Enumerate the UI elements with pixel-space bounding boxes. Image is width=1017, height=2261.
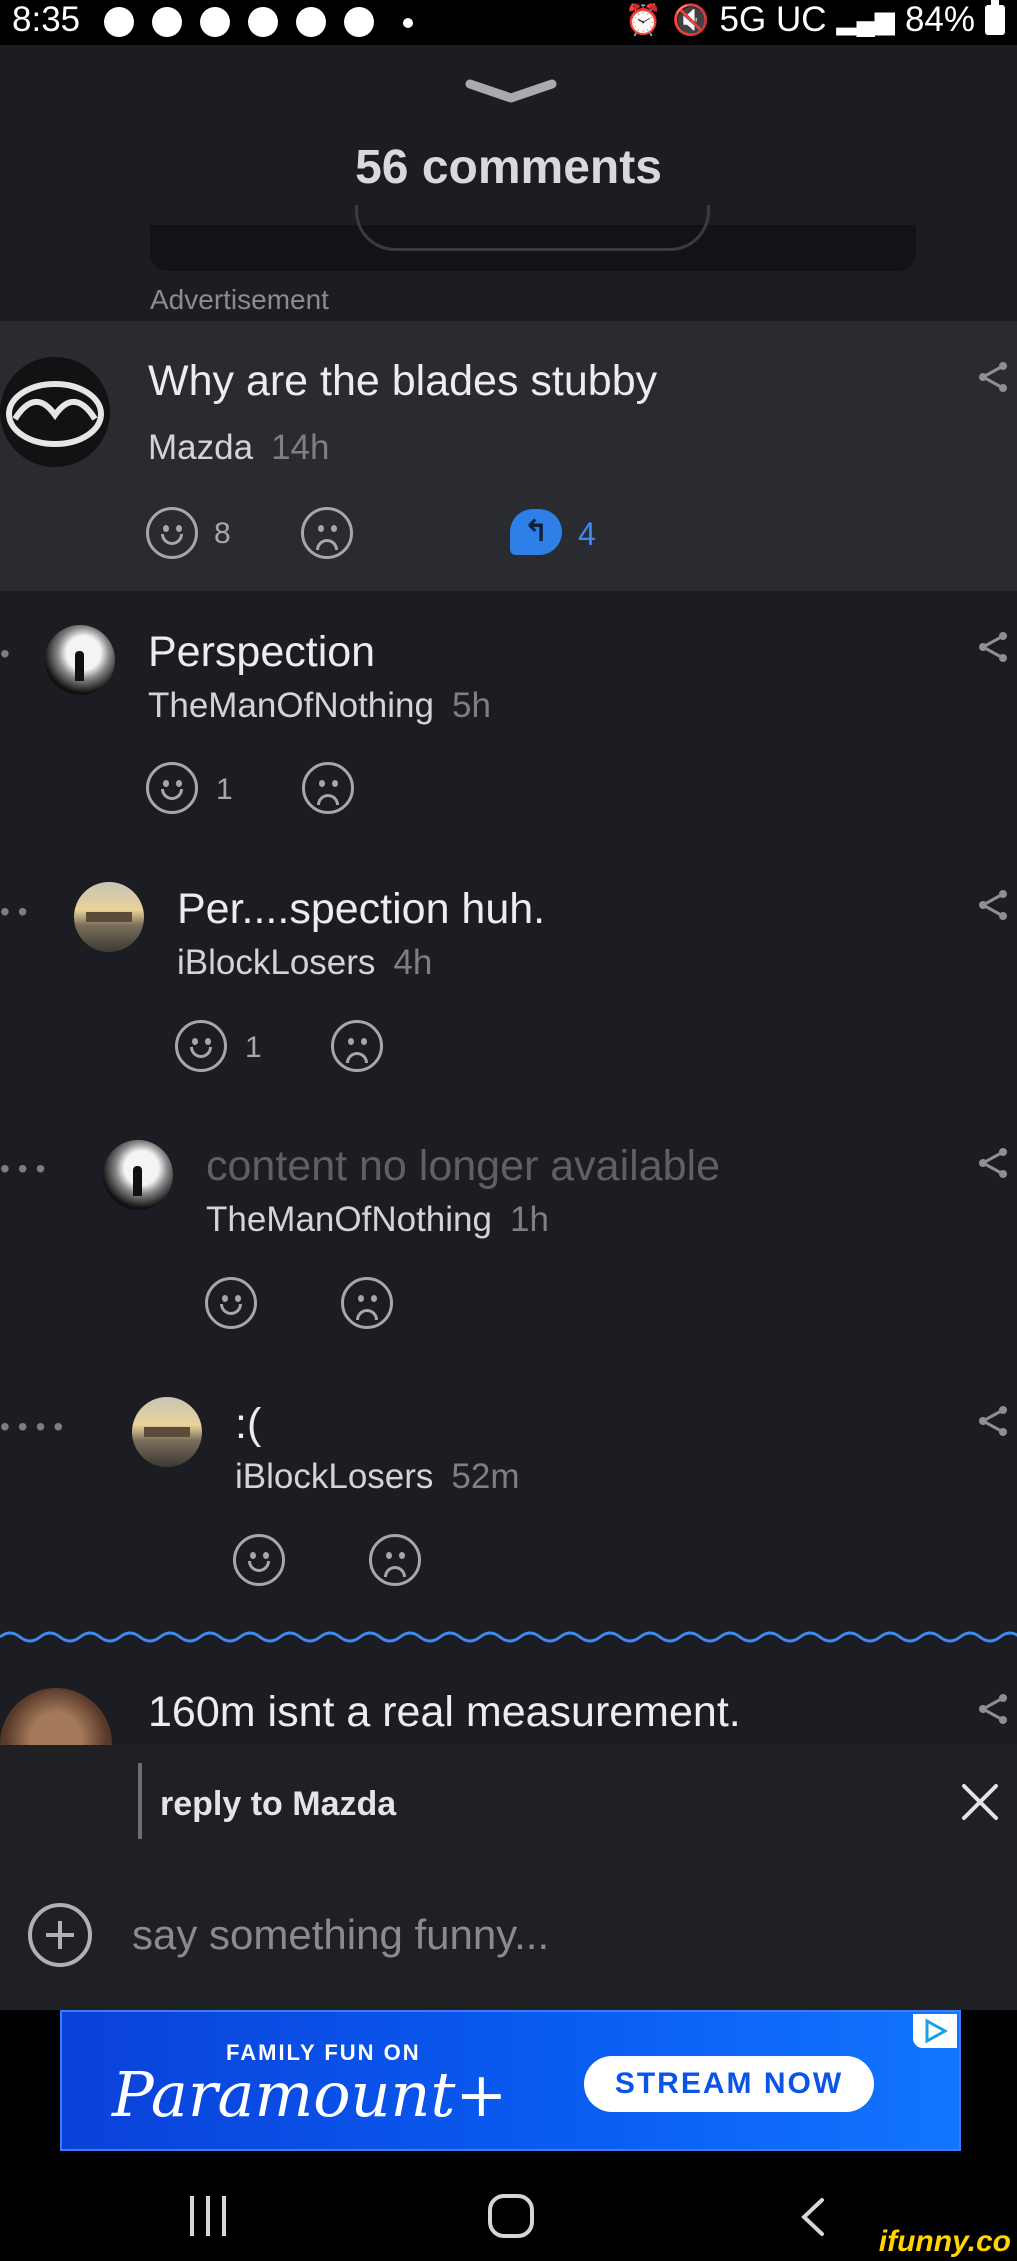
comment-text: Why are the blades stubby bbox=[148, 357, 658, 405]
comment-text: 160m isnt a real measurement. bbox=[148, 1688, 741, 1736]
battery-icon bbox=[985, 0, 1005, 35]
thread-divider bbox=[0, 1631, 1017, 1643]
comment-meta: TheManOfNothing 5h bbox=[148, 686, 491, 726]
comment-text: Per....spection huh. bbox=[177, 885, 546, 933]
status-time: 8:35 bbox=[12, 0, 81, 39]
comment-author[interactable]: TheManOfNothing bbox=[148, 686, 434, 725]
network-label: 5G UC bbox=[719, 0, 827, 39]
reply-count[interactable]: 4 bbox=[578, 516, 596, 553]
thread-depth-dots: •••• bbox=[0, 1411, 72, 1442]
tinder-icon bbox=[296, 7, 326, 37]
avatar[interactable] bbox=[74, 882, 144, 952]
comment-text: Perspection bbox=[148, 628, 376, 676]
smile-count: 8 bbox=[214, 517, 231, 550]
comment-author[interactable]: iBlockLosers bbox=[235, 1457, 433, 1496]
comment-author[interactable]: TheManOfNothing bbox=[206, 1200, 492, 1239]
comment-author[interactable]: iBlockLosers bbox=[177, 943, 375, 982]
ad-pill bbox=[355, 205, 710, 251]
signal-icon: ▂▄▆ bbox=[836, 4, 895, 35]
ad-brand: Paramount+ bbox=[112, 2058, 508, 2131]
comment-author[interactable]: Mazda bbox=[148, 428, 253, 467]
frown-icon[interactable] bbox=[369, 1534, 421, 1586]
status-right: ⏰ 🔇 5G UC ▂▄▆ 84% bbox=[625, 0, 1005, 40]
smile-icon[interactable] bbox=[205, 1277, 257, 1329]
status-bar: 8:35 ⏰ 🔇 5G UC ▂▄▆ 84% bbox=[0, 0, 1017, 45]
share-icon[interactable] bbox=[976, 1404, 1010, 1438]
avatar[interactable] bbox=[103, 1140, 173, 1210]
comment-input[interactable] bbox=[132, 1905, 972, 1965]
share-icon[interactable] bbox=[976, 1692, 1010, 1726]
smile-icon[interactable] bbox=[175, 1020, 227, 1072]
nav-back-icon[interactable] bbox=[798, 2196, 828, 2238]
smile-icon[interactable] bbox=[233, 1534, 285, 1586]
comment-meta: iBlockLosers 52m bbox=[235, 1457, 520, 1497]
mute-icon: 🔇 bbox=[672, 3, 710, 37]
comment-text: :( bbox=[235, 1400, 262, 1448]
reply-to-label: reply to Mazda bbox=[160, 1785, 397, 1823]
share-icon[interactable] bbox=[976, 888, 1010, 922]
page-title: 56 comments bbox=[355, 141, 662, 194]
frown-icon[interactable] bbox=[302, 762, 354, 814]
comment-age: 52m bbox=[451, 1457, 520, 1496]
avatar[interactable] bbox=[45, 625, 115, 695]
ad-banner[interactable]: FAMILY FUN ON Paramount+ STREAM NOW bbox=[60, 2010, 961, 2151]
smile-icon[interactable] bbox=[146, 507, 198, 559]
chevron-down-icon[interactable] bbox=[464, 78, 558, 108]
share-icon[interactable] bbox=[976, 630, 1010, 664]
plus-icon[interactable] bbox=[28, 1903, 92, 1967]
frown-icon[interactable] bbox=[331, 1020, 383, 1072]
ad-cta-button[interactable]: STREAM NOW bbox=[584, 2056, 874, 2112]
comment-meta: Mazda 14h bbox=[148, 428, 329, 468]
adchoices-icon[interactable] bbox=[913, 2014, 957, 2048]
frown-icon[interactable] bbox=[341, 1277, 393, 1329]
comment-age: 4h bbox=[393, 943, 433, 982]
watermark: ifunny.co bbox=[878, 2225, 1011, 2258]
mazda-logo-avatar[interactable] bbox=[0, 357, 110, 467]
comment-meta: TheManOfNothing 1h bbox=[206, 1200, 549, 1240]
comment-age: 1h bbox=[509, 1200, 549, 1239]
nav-home-icon[interactable] bbox=[488, 2194, 534, 2238]
ad-banner-area: FAMILY FUN ON Paramount+ STREAM NOW bbox=[0, 2010, 1017, 2160]
battery-percent: 84% bbox=[904, 0, 975, 39]
thread-depth-dots: • bbox=[0, 638, 18, 669]
facebook-icon bbox=[152, 7, 182, 37]
snapchat-icon bbox=[104, 7, 134, 37]
comment-age: 5h bbox=[451, 686, 491, 725]
avatar[interactable] bbox=[132, 1397, 202, 1467]
facebook-icon bbox=[200, 7, 230, 37]
notification-dot-icon bbox=[403, 18, 413, 28]
reply-bar bbox=[138, 1763, 142, 1839]
thread-depth-dots: ••• bbox=[0, 1153, 54, 1184]
reply-panel: reply to Mazda bbox=[0, 1745, 1017, 2010]
facebook-icon bbox=[248, 7, 278, 37]
share-icon[interactable] bbox=[976, 360, 1010, 394]
share-icon[interactable] bbox=[976, 1146, 1010, 1180]
ad-strip bbox=[150, 205, 916, 271]
alarm-icon: ⏰ bbox=[624, 3, 663, 37]
frown-icon[interactable] bbox=[301, 507, 353, 559]
close-icon[interactable] bbox=[958, 1780, 1002, 1824]
smile-icon[interactable] bbox=[146, 762, 198, 814]
nav-recents-icon[interactable] bbox=[186, 2196, 232, 2236]
messenger-icon bbox=[344, 7, 374, 37]
comment-age: 14h bbox=[271, 428, 330, 467]
smile-count: 1 bbox=[245, 1031, 262, 1064]
comment-meta: iBlockLosers 4h bbox=[177, 943, 432, 983]
reply-icon[interactable]: ↰ bbox=[510, 509, 562, 555]
app-screen: 8:35 ⏰ 🔇 5G UC ▂▄▆ 84% 56 comments Adver… bbox=[0, 0, 1017, 2261]
thread-depth-dots: •• bbox=[0, 896, 36, 927]
ad-label: Advertisement bbox=[150, 284, 329, 315]
system-nav-bar: ifunny.co bbox=[0, 2160, 1017, 2261]
comment-text-removed: content no longer available bbox=[206, 1142, 720, 1190]
smile-count: 1 bbox=[216, 773, 233, 806]
